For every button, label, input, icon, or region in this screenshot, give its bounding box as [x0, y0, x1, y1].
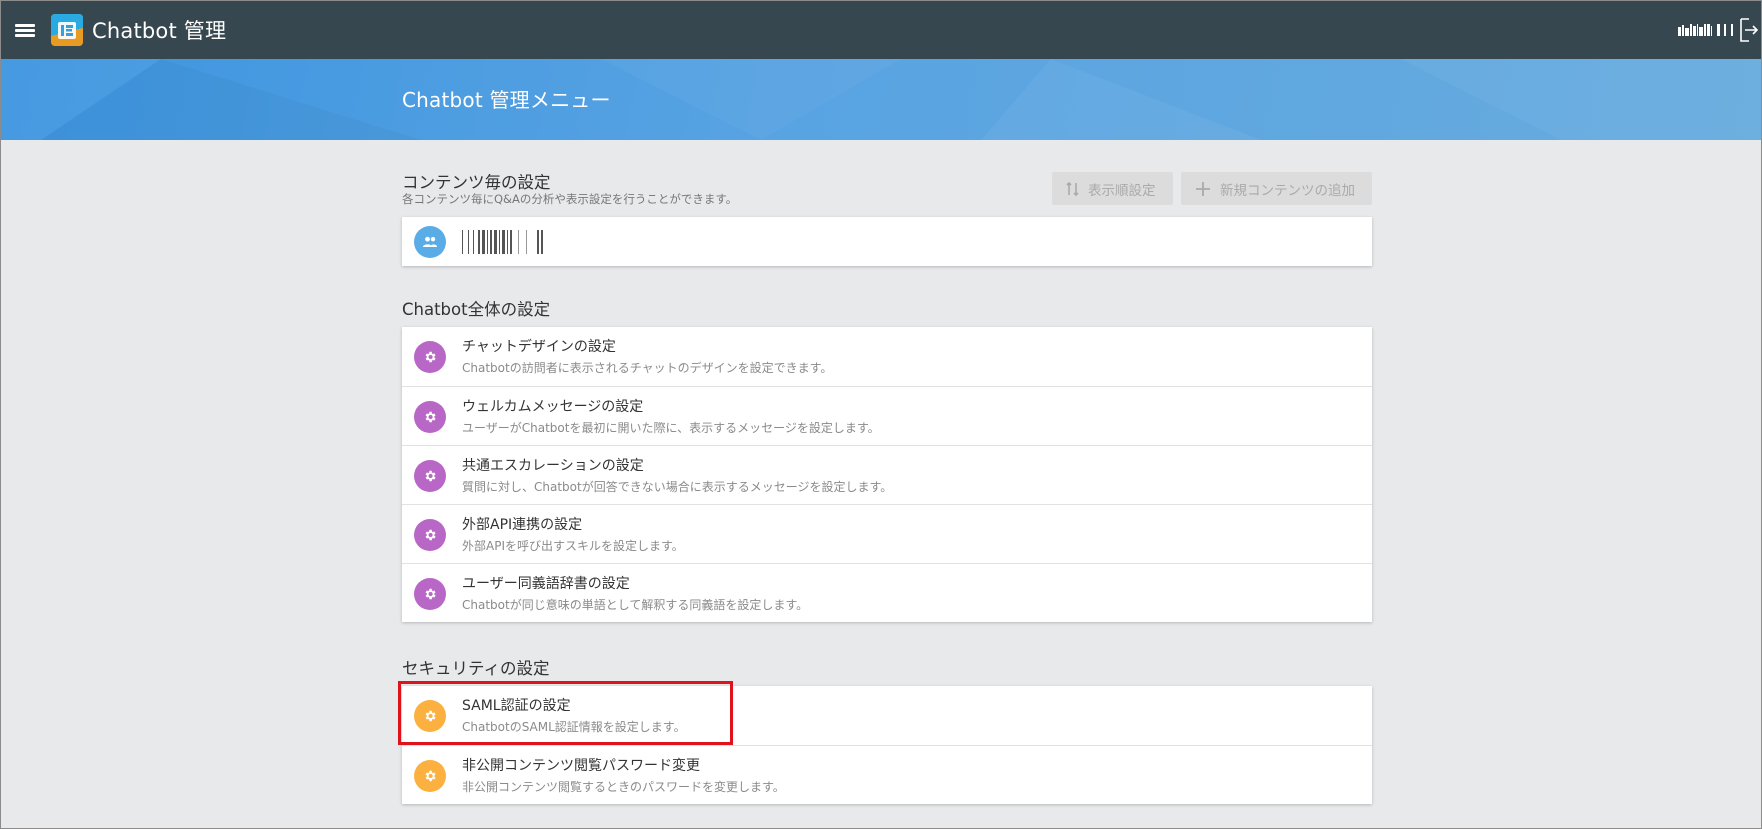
synonym-dictionary-settings-item[interactable]: ユーザー同義語辞書の設定 Chatbotが同じ意味の単語として解釈する同義語を設…	[402, 563, 1372, 622]
escalation-settings-item[interactable]: 共通エスカレーションの設定 質問に対し、Chatbotが回答できない場合に表示す…	[402, 445, 1372, 504]
chat-design-settings-item[interactable]: チャットデザインの設定 Chatbotの訪問者に表示されるチャットのデザインを設…	[402, 327, 1372, 386]
group-icon	[414, 226, 446, 258]
security-section-title: セキュリティの設定	[402, 659, 550, 678]
page-banner: Chatbot 管理メニュー	[1, 59, 1761, 140]
gear-icon	[414, 760, 446, 792]
logout-icon[interactable]	[1739, 17, 1759, 43]
contents-section-subtitle: 各コンテンツ毎にQ&Aの分析や表示設定を行うことができます。	[402, 192, 738, 206]
item-title: 外部API連携の設定	[462, 517, 583, 533]
plus-icon	[1196, 181, 1210, 196]
sort-order-button-label: 表示順設定	[1088, 182, 1156, 199]
global-settings-card: チャットデザインの設定 Chatbotの訪問者に表示されるチャットのデザインを設…	[402, 327, 1372, 622]
item-description: Chatbotの訪問者に表示されるチャットのデザインを設定できます。	[462, 361, 833, 375]
gear-icon	[414, 341, 446, 373]
gear-icon	[414, 401, 446, 433]
item-description: ChatbotのSAML認証情報を設定します。	[462, 720, 686, 734]
item-description: Chatbotが同じ意味の単語として解釈する同義語を設定します。	[462, 598, 809, 612]
gear-icon	[414, 578, 446, 610]
app-logo-icon	[51, 14, 83, 46]
sort-order-button[interactable]: 表示順設定	[1052, 172, 1173, 205]
gear-icon	[414, 519, 446, 551]
item-title: 共通エスカレーションの設定	[462, 458, 644, 474]
gear-icon	[414, 700, 446, 732]
app-window: Chatbot 管理 Chatbot 管理メニュー コンテンツ毎の設定 各コンテ…	[0, 0, 1762, 829]
user-name-redacted[interactable]	[1678, 22, 1733, 36]
global-section-title: Chatbot全体の設定	[402, 300, 551, 319]
item-description: 質問に対し、Chatbotが回答できない場合に表示するメッセージを設定します。	[462, 480, 893, 494]
private-content-password-item[interactable]: 非公開コンテンツ閲覧パスワード変更 非公開コンテンツ閲覧するときのパスワードを変…	[402, 745, 1372, 804]
security-settings-card: SAML認証の設定 ChatbotのSAML認証情報を設定します。 非公開コンテ…	[402, 686, 1372, 804]
item-title: ウェルカムメッセージの設定	[462, 399, 644, 415]
page-title: Chatbot 管理メニュー	[402, 88, 611, 112]
item-title: SAML認証の設定	[462, 698, 571, 714]
content-name-redacted	[462, 230, 543, 254]
gear-icon	[414, 460, 446, 492]
welcome-message-settings-item[interactable]: ウェルカムメッセージの設定 ユーザーがChatbotを最初に開いた際に、表示する…	[402, 386, 1372, 445]
add-content-button[interactable]: 新規コンテンツの追加	[1181, 172, 1372, 205]
saml-auth-settings-item[interactable]: SAML認証の設定 ChatbotのSAML認証情報を設定します。	[402, 686, 1372, 745]
item-title: チャットデザインの設定	[462, 339, 616, 355]
content-item[interactable]	[402, 217, 1372, 266]
external-api-settings-item[interactable]: 外部API連携の設定 外部APIを呼び出すスキルを設定します。	[402, 504, 1372, 563]
contents-section-title: コンテンツ毎の設定	[402, 173, 551, 192]
item-title: ユーザー同義語辞書の設定	[462, 576, 630, 592]
item-title: 非公開コンテンツ閲覧パスワード変更	[462, 758, 700, 774]
app-title: Chatbot 管理	[92, 19, 227, 43]
item-description: ユーザーがChatbotを最初に開いた際に、表示するメッセージを設定します。	[462, 421, 880, 435]
item-description: 外部APIを呼び出すスキルを設定します。	[462, 539, 684, 553]
add-content-button-label: 新規コンテンツの追加	[1220, 182, 1355, 199]
hamburger-menu-icon[interactable]	[15, 22, 37, 38]
top-bar: Chatbot 管理	[1, 1, 1761, 59]
contents-card	[402, 217, 1372, 266]
item-description: 非公開コンテンツ閲覧するときのパスワードを変更します。	[462, 780, 785, 794]
sort-icon	[1066, 181, 1079, 196]
